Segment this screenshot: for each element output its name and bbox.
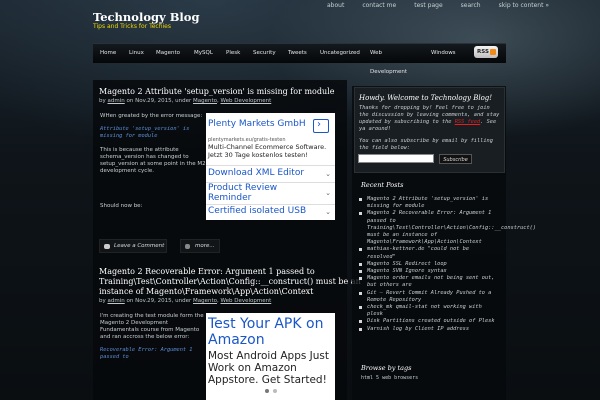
nav-windows[interactable]: Windows bbox=[431, 50, 456, 56]
nav-uncategorized[interactable]: Uncategorized bbox=[320, 50, 360, 56]
top-link-test-page[interactable]: test page bbox=[405, 2, 451, 14]
recent-post-item[interactable]: Magento 2 Attribute 'setup_version' is mi… bbox=[359, 196, 505, 210]
code-block: Attribute 'setup_version' is missing for … bbox=[100, 126, 190, 139]
more-button[interactable]: more... bbox=[180, 239, 220, 253]
main-nav: Home Linux Magento MySQL Plesk Security … bbox=[93, 43, 506, 63]
post-body: This is because the attribute schema_vers… bbox=[100, 147, 206, 174]
comment-bubble-icon bbox=[104, 244, 110, 249]
recent-post-item[interactable]: Disk Partitions created outside of Plesk bbox=[359, 318, 505, 325]
ad-description: Multi-Channel Ecommerce Software. Jetzt 3… bbox=[208, 143, 327, 159]
email-text: You can also subscribe by email by filli… bbox=[359, 138, 493, 151]
recent-post-item[interactable]: mathias-kettner.de "could not be resolved… bbox=[359, 246, 505, 260]
recent-post-item[interactable]: Varnish log by Client IP address bbox=[359, 326, 505, 333]
post-meta: by admin on Nov.29, 2015, under Magento,… bbox=[99, 298, 272, 304]
divider bbox=[206, 165, 335, 166]
nav-web[interactable]: Web bbox=[370, 50, 382, 56]
ad-headline[interactable]: Test Your APK on Amazon bbox=[208, 316, 323, 348]
recent-post-item[interactable]: Magento 2 Recoverable Error: Argument 1p… bbox=[359, 210, 536, 246]
carousel-dot[interactable] bbox=[265, 389, 269, 393]
post-title[interactable]: Magento 2 Attribute 'setup_version' is m… bbox=[99, 87, 334, 97]
welcome-title: Howdy. Welcome to Technology Blog! bbox=[359, 94, 493, 102]
site-tagline: Tips and Tricks for Techies bbox=[93, 23, 171, 30]
post-meta: by admin on Nov.29, 2015, under Magento,… bbox=[99, 98, 272, 104]
code-block: Recoverable Error: Argument 1 passed to bbox=[100, 347, 193, 360]
welcome-text: Thanks for dropping by! Feel free to joi… bbox=[359, 105, 500, 132]
nav-mysql[interactable]: MySQL bbox=[194, 50, 213, 56]
recent-post-item[interactable]: Magento order emails not being sent out,… bbox=[359, 275, 505, 289]
rss-feed-link[interactable]: RSS feed bbox=[455, 119, 481, 125]
chevron-down-icon[interactable]: ⌄ bbox=[325, 189, 331, 197]
nav-magento[interactable]: Magento bbox=[156, 50, 180, 56]
recent-post-item[interactable]: check_mk qmail-stat not working with ples… bbox=[359, 304, 505, 318]
top-link-contact[interactable]: contact me bbox=[353, 2, 405, 14]
author-link[interactable]: admin bbox=[108, 298, 125, 304]
ad-link-usb[interactable]: Certified isolated USB bbox=[208, 206, 306, 216]
tag-cloud[interactable]: html 5 web browsers bbox=[361, 375, 418, 382]
top-link-search[interactable]: search bbox=[452, 2, 490, 14]
chevron-down-icon[interactable]: ⌄ bbox=[325, 170, 331, 178]
nav-tweets[interactable]: Tweets bbox=[288, 50, 307, 56]
nav-security[interactable]: Security bbox=[253, 50, 276, 56]
post-intro: WHen greated by the error message: bbox=[100, 113, 203, 119]
divider bbox=[206, 204, 335, 205]
category-link[interactable]: Web Development bbox=[221, 98, 272, 104]
recent-posts-list: Magento 2 Attribute 'setup_version' is mi… bbox=[359, 196, 536, 333]
ad-link-product-review[interactable]: Product Review Reminder bbox=[208, 183, 277, 203]
recent-post-item[interactable]: Magento SVN Ignore syntax bbox=[359, 268, 505, 275]
carousel-dot[interactable] bbox=[273, 389, 277, 393]
ad-description: Most Android Apps Just Work on Amazon Apps… bbox=[208, 350, 330, 386]
arrow-icon bbox=[185, 244, 190, 249]
subscribe-button[interactable]: Subscribe bbox=[439, 154, 472, 164]
nav-linux[interactable]: Linux bbox=[129, 50, 144, 56]
email-field[interactable] bbox=[358, 154, 434, 163]
recent-post-item[interactable]: Magento SSL Redirect loop bbox=[359, 261, 505, 268]
advertisement[interactable]: Test Your APK on Amazon Most Android Apps… bbox=[206, 313, 335, 400]
recent-posts-title: Recent Posts bbox=[361, 181, 404, 189]
nav-home[interactable]: Home bbox=[100, 50, 116, 56]
category-link[interactable]: Magento bbox=[193, 98, 217, 104]
leave-comment-button[interactable]: Leave a Comment bbox=[99, 239, 167, 253]
ad-link-xml-editor[interactable]: Download XML Editor bbox=[208, 168, 304, 178]
post-body: I'm creating the test module form the Mag… bbox=[100, 313, 204, 340]
advertisement[interactable]: Plenty Markets GmbH › plentymarkets.eu/g… bbox=[206, 113, 335, 220]
top-link-about[interactable]: about bbox=[318, 2, 353, 14]
nav-development[interactable]: Development bbox=[370, 69, 407, 75]
post-should: Should now be: bbox=[100, 203, 143, 209]
ad-arrow-icon[interactable]: › bbox=[313, 119, 329, 133]
category-link[interactable]: Magento bbox=[193, 298, 217, 304]
ad-headline[interactable]: Plenty Markets GmbH bbox=[208, 119, 306, 129]
category-link[interactable]: Web Development bbox=[221, 298, 272, 304]
rss-icon bbox=[490, 49, 496, 55]
nav-plesk[interactable]: Plesk bbox=[226, 50, 240, 56]
chevron-down-icon[interactable]: ⌄ bbox=[325, 208, 331, 216]
author-link[interactable]: admin bbox=[108, 98, 125, 104]
browse-tags-title: Browse by tags bbox=[361, 364, 412, 372]
top-link-skip[interactable]: skip to content » bbox=[490, 2, 558, 14]
rss-label: RSS bbox=[477, 49, 489, 55]
site-title[interactable]: Technology Blog bbox=[93, 10, 200, 24]
top-links: about contact me test page search skip t… bbox=[318, 2, 558, 14]
recent-post-item[interactable]: Git – Revert Commit Already Pushed to aR… bbox=[359, 290, 505, 304]
post-title[interactable]: Magento 2 Recoverable Error: Argument 1 … bbox=[99, 267, 361, 297]
